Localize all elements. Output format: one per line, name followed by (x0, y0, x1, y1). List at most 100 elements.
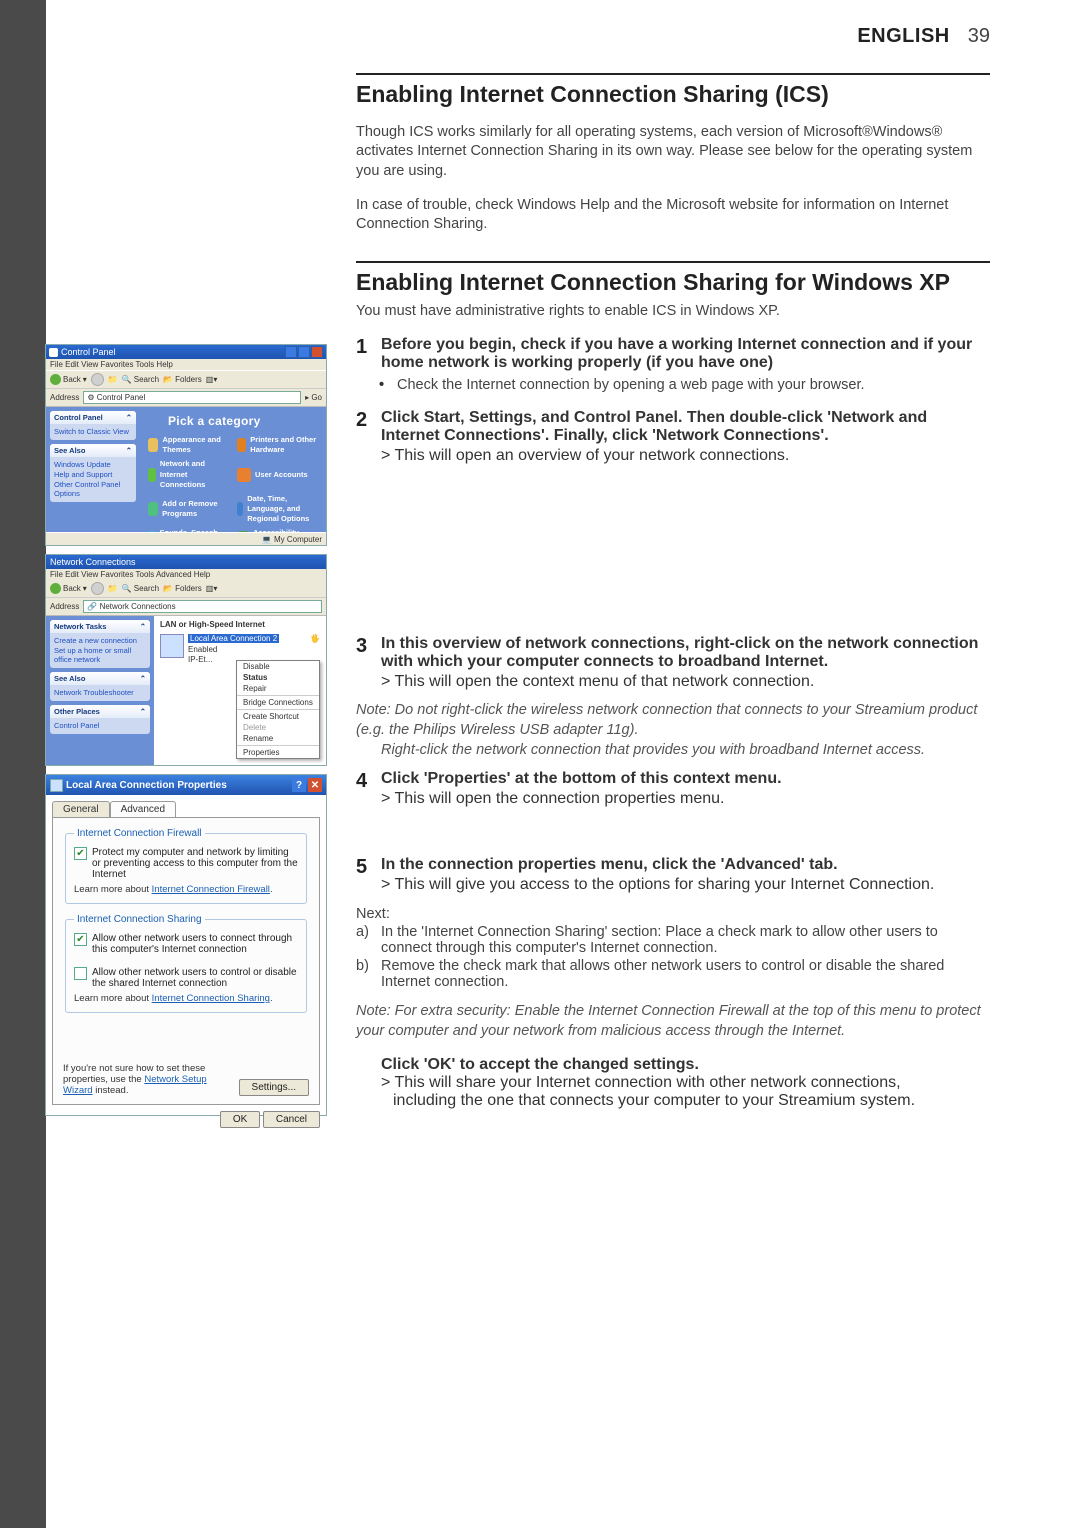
otherplaces-panel: Other Places ⌃ Control Panel (50, 705, 150, 734)
checkbox-checked-icon: ✔ (74, 847, 87, 860)
views-button[interactable]: ▥▾ (206, 375, 218, 384)
ics-control-label: Allow other network users to control or … (92, 967, 298, 989)
address-label: Address (50, 602, 79, 611)
date-icon (237, 502, 243, 516)
pr-titlebar: Local Area Connection Properties ? ✕ (46, 775, 326, 795)
address-field[interactable]: 🔗 Network Connections (83, 600, 322, 613)
step-1: 1 Before you begin, check if you have a … (356, 336, 990, 372)
cp-menubar[interactable]: File Edit View Favorites Tools Help (46, 359, 326, 370)
maximize-icon[interactable] (298, 346, 310, 358)
troubleshooter-link[interactable]: Network Troubleshooter (54, 688, 146, 697)
ctx-delete[interactable]: Delete (237, 722, 319, 733)
section1-p1: Though ICS works similarly for all opera… (356, 123, 990, 182)
firewall-learn-link[interactable]: Internet Connection Firewall (152, 884, 270, 895)
back-button[interactable]: Back ▾ (50, 374, 87, 385)
cp-statusbar: 💻 My Computer (46, 532, 326, 545)
next-marker-a: a) (356, 924, 381, 956)
settings-button[interactable]: Settings... (239, 1079, 309, 1096)
cat-date[interactable]: Date, Time, Language, and Regional Optio… (237, 494, 318, 524)
cp-toolbar: Back ▾ 📁 🔍Search 📂Folders ▥▾ (46, 370, 326, 389)
tasks-heading: Network Tasks (54, 622, 106, 631)
ok-button[interactable]: OK (220, 1111, 260, 1128)
collapse-icon[interactable]: ⌃ (140, 622, 146, 631)
section2-intro: You must have administrative rights to e… (356, 302, 990, 322)
cp-sidebar-heading: Control Panel (54, 413, 103, 422)
create-connection-link[interactable]: Create a new connection (54, 636, 146, 645)
seealso-panel: See Also ⌃ Network Troubleshooter (50, 672, 150, 701)
group-heading: LAN or High-Speed Internet (160, 620, 320, 631)
forward-button[interactable] (91, 582, 104, 595)
folders-button[interactable]: 📂Folders (163, 375, 202, 384)
nc-menubar[interactable]: File Edit View Favorites Tools Advanced … (46, 569, 326, 580)
views-button[interactable]: ▥▾ (206, 584, 218, 593)
cat-users[interactable]: User Accounts (237, 459, 318, 489)
close-icon[interactable]: ✕ (308, 778, 322, 792)
firewall-checkbox-label: Protect my computer and network by limit… (92, 847, 298, 880)
step5-bold: In the connection properties menu, click… (381, 856, 838, 873)
folders-icon: 📂 (163, 584, 173, 593)
tab-advanced[interactable]: Advanced (110, 801, 176, 817)
cp-addressbar: Address ⚙ Control Panel ▸ Go (46, 389, 326, 407)
collapse-icon[interactable]: ⌃ (140, 707, 146, 716)
ics-learn-link[interactable]: Internet Connection Sharing (152, 993, 270, 1004)
firewall-fieldset: Internet Connection Firewall ✔ Protect m… (65, 828, 307, 904)
checkbox-checked-icon: ✔ (74, 933, 87, 946)
collapse-icon[interactable]: ⌃ (140, 674, 146, 683)
up-button[interactable]: 📁 (108, 375, 118, 384)
step-number: 3 (356, 635, 381, 691)
up-button[interactable]: 📁 (108, 584, 118, 593)
section1-title: Enabling Internet Connection Sharing (IC… (356, 81, 990, 108)
page-header: ENGLISH 39 (355, 25, 990, 48)
forward-button[interactable] (91, 373, 104, 386)
firewall-legend: Internet Connection Firewall (74, 828, 205, 839)
step-number: 1 (356, 336, 381, 372)
otherplaces-heading: Other Places (54, 707, 100, 716)
switch-classic-link[interactable]: Switch to Classic View (54, 427, 132, 436)
help-icon[interactable]: ? (292, 778, 306, 792)
step2-sub: > This will open an overview of your net… (381, 447, 990, 465)
collapse-icon[interactable]: ⌃ (126, 413, 132, 422)
folders-button[interactable]: 📂Folders (163, 584, 202, 593)
ctx-shortcut[interactable]: Create Shortcut (237, 711, 319, 722)
cat-network[interactable]: Network and Internet Connections (148, 459, 229, 489)
setup-network-link[interactable]: Set up a home or small office network (54, 646, 146, 664)
tab-general[interactable]: General (52, 801, 110, 817)
learn-ics: Learn more about Internet Connection Sha… (74, 993, 298, 1004)
seealso-heading: See Also (54, 674, 85, 683)
step-3: 3 In this overview of network connection… (356, 635, 990, 691)
ics-control-checkbox[interactable]: Allow other network users to control or … (74, 967, 298, 989)
collapse-icon[interactable]: ⌃ (126, 446, 132, 455)
step3-sub: > This will open the context menu of tha… (381, 673, 990, 691)
help-support-link[interactable]: Help and Support (54, 470, 132, 479)
text-column: Enabling Internet Connection Sharing (IC… (356, 73, 990, 1110)
firewall-checkbox[interactable]: ✔ Protect my computer and network by lim… (74, 847, 298, 880)
search-button[interactable]: 🔍Search (122, 375, 159, 384)
step1-bold: Before you begin, check if you have a wo… (381, 336, 972, 371)
ctx-properties[interactable]: Properties (237, 747, 319, 758)
ctx-repair[interactable]: Repair (237, 683, 319, 694)
ctx-bridge[interactable]: Bridge Connections (237, 697, 319, 708)
pr-title: Local Area Connection Properties (66, 780, 227, 791)
window-icon (49, 348, 58, 357)
windows-update-link[interactable]: Windows Update (54, 460, 132, 469)
go-button[interactable]: ▸ Go (305, 393, 322, 402)
ctx-rename[interactable]: Rename (237, 733, 319, 744)
cat-printers[interactable]: Printers and Other Hardware (237, 435, 318, 455)
close-icon[interactable] (311, 346, 323, 358)
cat-addremove[interactable]: Add or Remove Programs (148, 494, 229, 524)
cp-sidebar: Control Panel ⌃ Switch to Classic View Se… (46, 407, 140, 545)
cat-appearance[interactable]: Appearance and Themes (148, 435, 229, 455)
seealso-heading: See Also (54, 446, 85, 455)
other-cp-link[interactable]: Other Control Panel Options (54, 480, 132, 498)
minimize-icon[interactable] (285, 346, 297, 358)
ctx-status[interactable]: Status (237, 672, 319, 683)
search-button[interactable]: 🔍Search (122, 584, 159, 593)
step-4: 4 Click 'Properties' at the bottom of th… (356, 770, 990, 808)
ics-allow-label: Allow other network users to connect thr… (92, 933, 298, 955)
back-button[interactable]: Back ▾ (50, 583, 87, 594)
controlpanel-link[interactable]: Control Panel (54, 721, 146, 730)
cancel-button[interactable]: Cancel (263, 1111, 320, 1128)
ctx-disable[interactable]: Disable (237, 661, 319, 672)
address-field[interactable]: ⚙ Control Panel (83, 391, 301, 404)
ics-allow-checkbox[interactable]: ✔ Allow other network users to connect t… (74, 933, 298, 955)
